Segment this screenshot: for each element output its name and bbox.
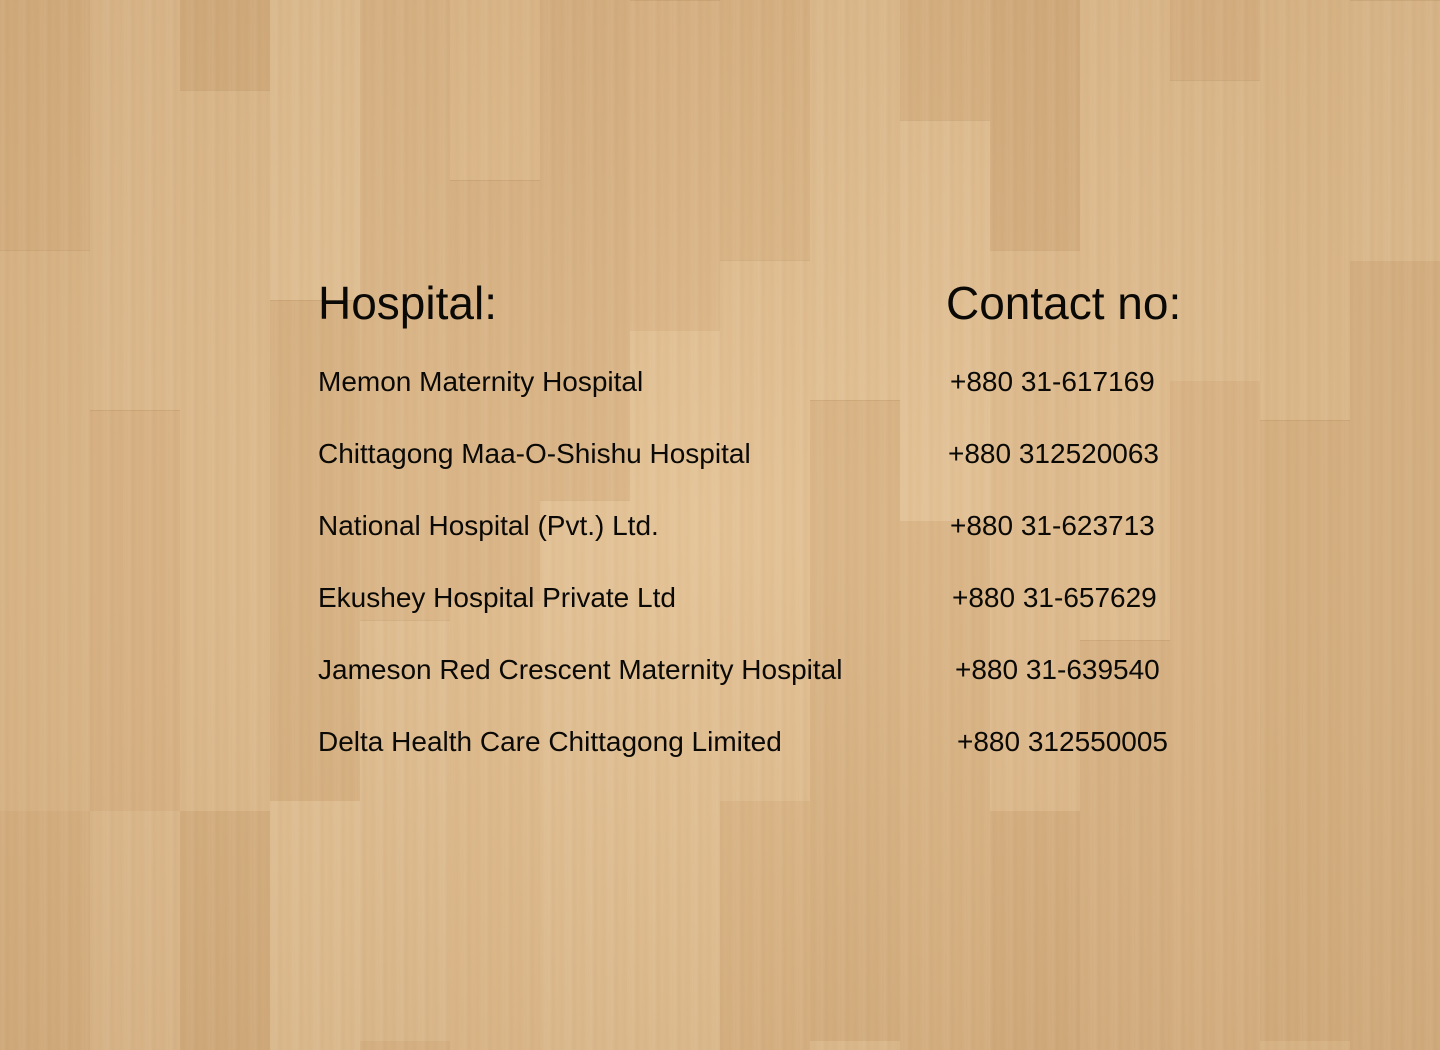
hospital-column-header: Hospital: (318, 277, 497, 329)
list-item: Chittagong Maa-O-Shishu Hospital +880 31… (0, 436, 1440, 472)
hospital-name: National Hospital (Pvt.) Ltd. (318, 510, 659, 541)
list-item: Delta Health Care Chittagong Limited +88… (0, 724, 1440, 760)
hospital-contact-list: Hospital: Contact no: Memon Maternity Ho… (0, 0, 1440, 1050)
hospital-name: Delta Health Care Chittagong Limited (318, 726, 782, 757)
contact-column-header: Contact no: (946, 277, 1182, 329)
hospital-phone: +880 312550005 (957, 726, 1168, 757)
list-item: Memon Maternity Hospital +880 31-617169 (0, 364, 1440, 400)
hospital-name: Ekushey Hospital Private Ltd (318, 582, 676, 613)
hospital-phone: +880 31-639540 (955, 654, 1160, 685)
hospital-name: Memon Maternity Hospital (318, 366, 644, 397)
list-item: National Hospital (Pvt.) Ltd. +880 31-62… (0, 508, 1440, 544)
hospital-phone: +880 31-657629 (952, 582, 1157, 613)
hospital-phone: +880 312520063 (948, 438, 1159, 469)
list-item: Ekushey Hospital Private Ltd +880 31-657… (0, 580, 1440, 616)
hospital-name: Jameson Red Crescent Maternity Hospital (318, 654, 843, 685)
hospital-name: Chittagong Maa-O-Shishu Hospital (318, 438, 751, 469)
hospital-phone: +880 31-617169 (950, 366, 1155, 397)
hospital-phone: +880 31-623713 (950, 510, 1155, 541)
list-item: Jameson Red Crescent Maternity Hospital … (0, 652, 1440, 688)
